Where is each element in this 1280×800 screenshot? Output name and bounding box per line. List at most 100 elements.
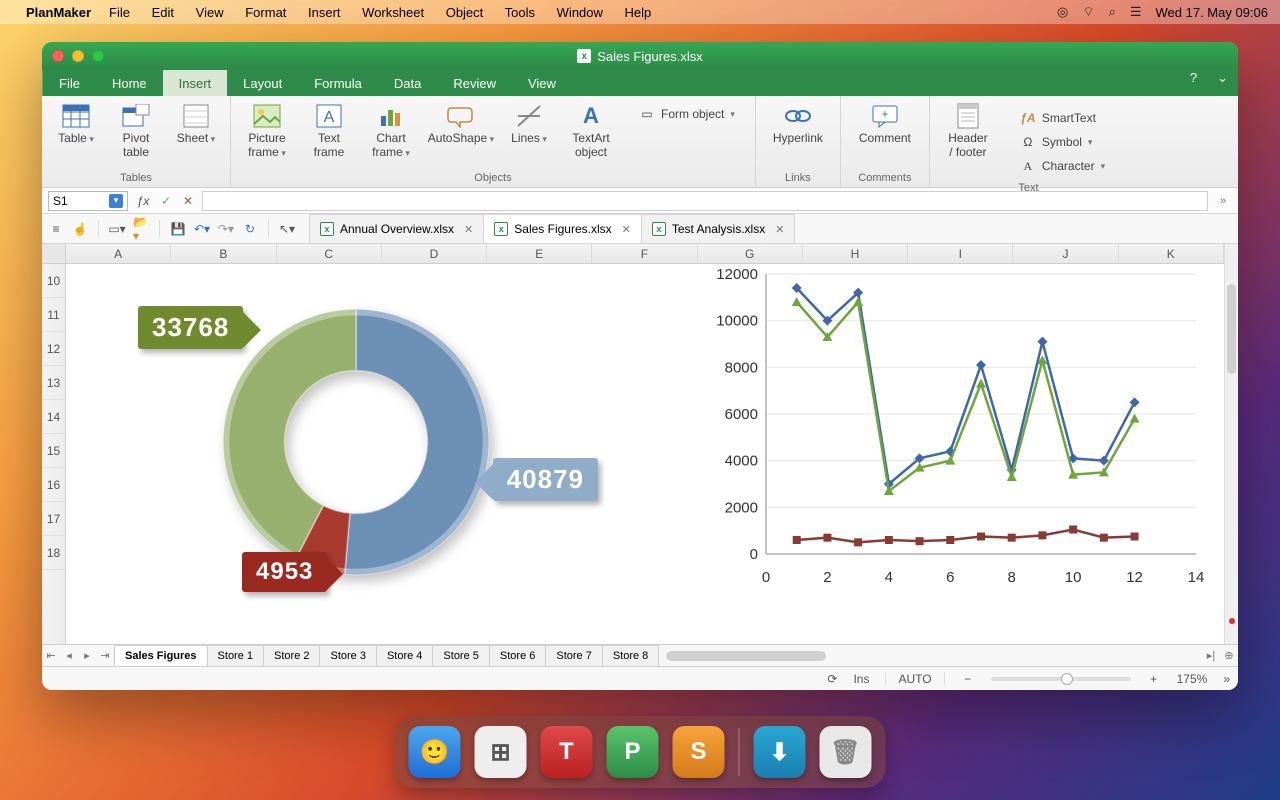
zoom-out-button[interactable]: − [961,672,975,686]
cell-reference-box[interactable]: S1 ▾ [48,191,128,211]
ribbon-tab-review[interactable]: Review [437,70,512,96]
row-header[interactable]: 16 [42,468,65,502]
new-doc-icon[interactable]: ▭▾ [109,221,125,237]
window-close-button[interactable] [52,50,64,62]
row-header[interactable]: 14 [42,400,65,434]
smarttext-button[interactable]: ƒASmartText [1016,108,1109,128]
column-header[interactable]: B [171,244,276,263]
formula-cancel-icon[interactable]: ✕ [180,194,196,208]
chart-frame-button[interactable]: Chart frame [363,102,419,160]
column-header[interactable]: D [382,244,487,263]
sheet-nav-first[interactable]: ⇤ [42,649,60,662]
finder-icon[interactable]: 🙂 [409,726,461,778]
sheet-tab[interactable]: Store 7 [545,645,602,666]
doc-tab[interactable]: xTest Analysis.xlsx✕ [641,214,796,243]
save-icon[interactable]: 💾 [170,221,186,237]
doc-tab[interactable]: xAnnual Overview.xlsx✕ [309,214,484,243]
wifi-icon[interactable]: ⌔ [1082,4,1094,20]
control-center-icon[interactable]: ☰ [1130,4,1142,20]
sheet-tab[interactable]: Store 1 [207,645,264,666]
ribbon-tab-insert[interactable]: Insert [163,70,228,96]
cell-grid[interactable]: 33768 40879 4953 02000400060008000100001… [66,264,1224,644]
column-header[interactable]: F [592,244,697,263]
sheet-tab[interactable]: Store 4 [376,645,433,666]
window-titlebar[interactable]: x Sales Figures.xlsx [42,42,1238,70]
spotlight-icon[interactable]: ⌕ [1109,4,1116,20]
doc-tab[interactable]: xSales Figures.xlsx✕ [483,214,642,243]
close-icon[interactable]: ✕ [775,223,784,236]
header-footer-button[interactable]: Header / footer [938,102,998,160]
column-header[interactable]: A [66,244,171,263]
repeat-icon[interactable]: ↻ [242,221,258,237]
scrollbar-thumb[interactable] [666,651,826,661]
menu-format[interactable]: Format [245,5,286,20]
menu-help[interactable]: Help [625,5,652,20]
ribbon-collapse-button[interactable]: ⌄ [1207,70,1238,96]
touch-mode-icon[interactable]: ☝ [72,221,88,237]
menu-tools[interactable]: Tools [505,5,535,20]
row-header[interactable]: 11 [42,298,65,332]
zoom-in-button[interactable]: + [1147,672,1161,686]
menu-object[interactable]: Object [446,5,484,20]
symbol-button[interactable]: ΩSymbol▾ [1016,132,1109,152]
ribbon-tab-layout[interactable]: Layout [227,70,298,96]
launchpad-icon[interactable]: ⊞ [475,726,527,778]
column-header[interactable]: J [1013,244,1118,263]
row-header[interactable]: 10 [42,264,65,298]
menu-file[interactable]: File [109,5,130,20]
sheet-tab[interactable]: Store 5 [432,645,489,666]
column-header[interactable]: I [908,244,1013,263]
formula-expand-icon[interactable]: » [1214,195,1232,207]
planmaker-icon[interactable]: P [607,726,659,778]
row-header[interactable]: 17 [42,502,65,536]
row-header[interactable]: 13 [42,366,65,400]
text-frame-button[interactable]: A Text frame [303,102,355,160]
select-all-corner[interactable] [42,244,66,264]
picture-frame-button[interactable]: Picture frame [239,102,295,160]
menu-window[interactable]: Window [557,5,603,20]
align-icon[interactable]: ≡ [48,221,64,237]
sheet-tab[interactable]: Sales Figures [114,645,208,666]
menubar-clock[interactable]: Wed 17. May 09:06 [1156,5,1269,20]
redo-icon[interactable]: ↷▾ [218,221,234,237]
row-headers[interactable]: 101112131415161718 [42,264,66,644]
ribbon-tab-file[interactable]: File [42,70,96,96]
trash-icon[interactable]: 🗑 [820,726,872,778]
horizontal-scrollbar[interactable] [658,651,1202,661]
menu-worksheet[interactable]: Worksheet [362,5,424,20]
scrollbar-thumb[interactable] [1227,284,1236,374]
zoom-slider[interactable] [991,677,1131,681]
character-button[interactable]: ACharacter▾ [1016,156,1109,176]
close-icon[interactable]: ✕ [622,223,631,236]
ribbon-tab-formula[interactable]: Formula [298,70,378,96]
calc-mode[interactable]: AUTO [885,672,944,686]
donut-chart[interactable]: 33768 40879 4953 [186,272,526,612]
sheet-tab[interactable]: Store 3 [319,645,376,666]
line-chart[interactable]: 02000400060008000100001200002468101214 [686,264,1206,594]
pivot-table-button[interactable]: Pivot table [110,102,162,160]
form-object-button[interactable]: ▭ Form object ▾ [635,104,739,124]
zoom-level[interactable]: 175% [1177,672,1208,686]
sheet-tab[interactable]: Store 8 [602,645,659,666]
ribbon-tab-data[interactable]: Data [378,70,437,96]
ribbon-tab-view[interactable]: View [512,70,572,96]
vertical-scrollbar[interactable] [1224,244,1238,644]
column-header[interactable]: E [487,244,592,263]
formula-accept-icon[interactable]: ✓ [158,194,174,208]
textmaker-icon[interactable]: T [541,726,593,778]
sheet-nav-next[interactable]: ▸ [78,649,96,662]
textart-button[interactable]: A TextArt object [563,102,619,160]
spreadsheet-area[interactable]: ABCDEFGHIJK 101112131415161718 33768 408… [42,244,1238,644]
comment-button[interactable]: + Comment [849,102,921,146]
window-minimize-button[interactable] [72,50,84,62]
undo-icon[interactable]: ↶▾ [194,221,210,237]
user-icon[interactable]: ◎ [1057,4,1068,20]
insert-mode[interactable]: Ins [853,672,869,686]
presentations-icon[interactable]: S [673,726,725,778]
open-icon[interactable]: 📂▾ [133,221,149,237]
row-header[interactable]: 15 [42,434,65,468]
cell-ref-dropdown-icon[interactable]: ▾ [109,194,123,208]
downloads-icon[interactable]: ⬇ [754,726,806,778]
pointer-icon[interactable]: ↖▾ [279,221,295,237]
column-headers[interactable]: ABCDEFGHIJK [66,244,1224,264]
